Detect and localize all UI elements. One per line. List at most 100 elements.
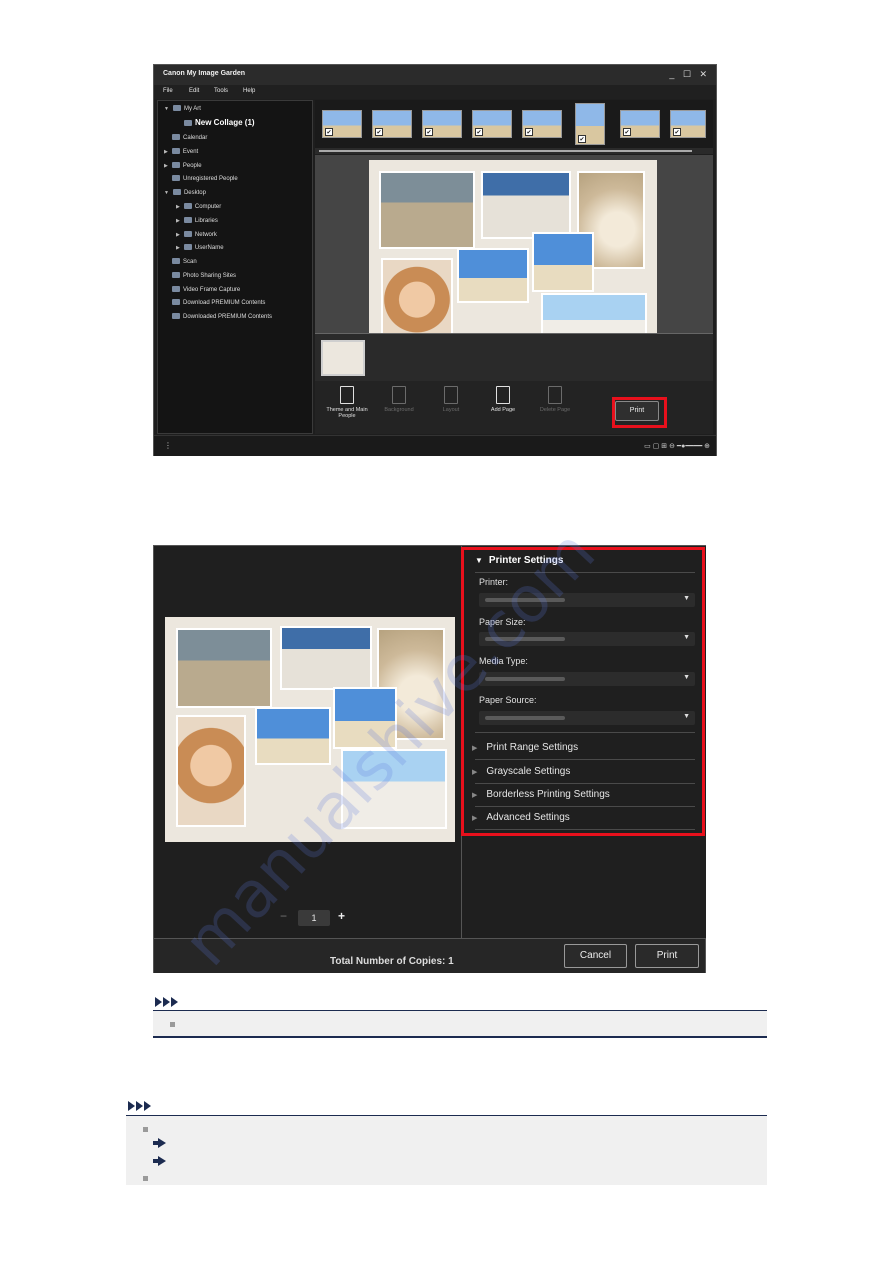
- scrollbar-thumb[interactable]: [319, 150, 692, 152]
- tree-item-unregistered-people[interactable]: Unregistered People: [172, 175, 238, 182]
- expand-arrow-icon[interactable]: ▶: [164, 149, 168, 155]
- zoom-controls[interactable]: ▭ ▢ ⊞ ⊖ ━●━━━━ ⊕: [644, 442, 710, 450]
- window-title: Canon My Image Garden: [163, 70, 246, 77]
- my-art-icon: [172, 105, 181, 111]
- tree-item-calendar[interactable]: Calendar: [172, 134, 207, 141]
- image-thumbnail[interactable]: ✔: [472, 110, 512, 138]
- image-thumbnail[interactable]: ✔: [422, 110, 462, 138]
- tree-label: Downloaded PREMIUM Contents: [183, 314, 273, 320]
- checkbox-icon[interactable]: ✔: [578, 135, 586, 143]
- collage-photo-sky[interactable]: [457, 248, 529, 303]
- status-bar: ⋮ ▭ ▢ ⊞ ⊖ ━●━━━━ ⊕: [154, 435, 716, 456]
- tool-label: Layout: [442, 407, 460, 413]
- tree-label: Scan: [183, 259, 197, 265]
- add-page-button[interactable]: Add Page: [481, 386, 525, 413]
- checkbox-icon[interactable]: ✔: [525, 128, 533, 136]
- collage-photo-sea-lion[interactable]: [379, 171, 475, 249]
- image-thumbnail[interactable]: ✔: [322, 110, 362, 138]
- person-icon: [172, 175, 180, 181]
- image-thumbnail[interactable]: ✔: [620, 110, 660, 138]
- delete-page-button[interactable]: Delete Page: [533, 386, 577, 413]
- expand-arrow-icon[interactable]: ▼: [164, 106, 169, 112]
- tree-item-my-art[interactable]: ▼ My Art: [164, 105, 201, 112]
- menu-tools[interactable]: Tools: [214, 88, 228, 94]
- theme-icon: [340, 386, 354, 404]
- preview-photo-family-walk: [280, 626, 372, 690]
- link-arrow-icon[interactable]: [153, 1156, 166, 1166]
- note-divider: [153, 1036, 767, 1038]
- people-icon: [171, 162, 180, 168]
- tree-label: UserName: [194, 245, 224, 251]
- collage-photo-jump[interactable]: [532, 232, 594, 292]
- checkbox-icon[interactable]: ✔: [623, 128, 631, 136]
- network-icon: [183, 231, 192, 237]
- checkbox-icon[interactable]: ✔: [375, 128, 383, 136]
- preview-photo-girl: [176, 715, 246, 827]
- tree-item-photo-sharing[interactable]: Photo Sharing Sites: [172, 272, 236, 279]
- cancel-button[interactable]: Cancel: [564, 944, 627, 968]
- background-icon: [392, 386, 406, 404]
- tree-label: Download PREMIUM Contents: [183, 300, 266, 306]
- tree-item-libraries[interactable]: ▶ Libraries: [176, 217, 218, 224]
- total-copies-label: Total Number of Copies:: [330, 956, 446, 967]
- tree-item-desktop[interactable]: ▼ Desktop: [164, 189, 206, 196]
- expand-arrow-icon[interactable]: ▶: [176, 218, 180, 224]
- expand-arrow-icon[interactable]: ▶: [164, 163, 168, 169]
- tree-item-video-frame-capture[interactable]: Video Frame Capture: [172, 286, 240, 293]
- libraries-icon: [183, 217, 192, 223]
- page-thumbnail[interactable]: [321, 340, 365, 376]
- calendar-icon: [172, 134, 180, 140]
- bullet-icon: [143, 1176, 148, 1181]
- theme-and-main-people-button[interactable]: Theme and Main People: [325, 386, 369, 419]
- delete-page-icon: [548, 386, 562, 404]
- expand-arrow-icon[interactable]: ▼: [164, 190, 169, 196]
- increase-button[interactable]: +: [338, 909, 345, 923]
- more-icon[interactable]: ⋮: [164, 441, 172, 450]
- collage-photo-family-walk[interactable]: [481, 171, 571, 239]
- event-icon: [171, 148, 180, 154]
- tree-item-computer[interactable]: ▶ Computer: [176, 203, 221, 210]
- image-thumbnail[interactable]: ✔: [372, 110, 412, 138]
- tree-label: Event: [182, 149, 199, 155]
- expand-arrow-icon[interactable]: ▶: [176, 232, 180, 238]
- window-controls[interactable]: _ ☐ ✕: [669, 69, 710, 80]
- tree-item-download-premium[interactable]: Download PREMIUM Contents: [172, 299, 265, 306]
- tree-label: Network: [194, 232, 217, 238]
- download-icon: [172, 299, 180, 305]
- background-button[interactable]: Background: [377, 386, 421, 413]
- image-thumbnail[interactable]: ✔: [522, 110, 562, 138]
- image-thumbnail[interactable]: ✔: [670, 110, 706, 138]
- menu-file[interactable]: File: [163, 88, 173, 94]
- expand-arrow-icon[interactable]: ▶: [176, 245, 180, 251]
- menu-bar: File Edit Tools Help: [154, 85, 716, 99]
- link-arrow-icon[interactable]: [153, 1138, 166, 1148]
- print-button[interactable]: Print: [635, 944, 699, 968]
- tree-label: Calendar: [183, 135, 208, 141]
- page-number[interactable]: 1: [298, 910, 330, 926]
- folder-icon: [172, 313, 180, 319]
- tree-item-downloaded-premium[interactable]: Downloaded PREMIUM Contents: [172, 313, 272, 320]
- expand-arrow-icon[interactable]: ▶: [176, 204, 180, 210]
- checkbox-icon[interactable]: ✔: [425, 128, 433, 136]
- thumbnail-scrollbar[interactable]: [315, 148, 713, 154]
- tree-item-username[interactable]: ▶ UserName: [176, 244, 224, 251]
- computer-icon: [183, 203, 192, 209]
- menu-help[interactable]: Help: [243, 88, 255, 94]
- add-page-icon: [496, 386, 510, 404]
- tree-item-scan[interactable]: Scan: [172, 258, 197, 265]
- checkbox-icon[interactable]: ✔: [325, 128, 333, 136]
- tree-item-network[interactable]: ▶ Network: [176, 231, 217, 238]
- tree-item-event[interactable]: ▶ Event: [164, 148, 198, 155]
- image-thumbnail[interactable]: ✔: [575, 103, 605, 145]
- title-bar: Canon My Image Garden _ ☐ ✕: [154, 65, 716, 85]
- layout-icon: [444, 386, 458, 404]
- tree-item-new-collage[interactable]: New Collage (1): [184, 118, 255, 127]
- tree-item-people[interactable]: ▶ People: [164, 162, 202, 169]
- menu-edit[interactable]: Edit: [189, 88, 199, 94]
- tree-label: New Collage (1): [195, 118, 255, 127]
- video-icon: [172, 286, 180, 292]
- checkbox-icon[interactable]: ✔: [673, 128, 681, 136]
- layout-button[interactable]: Layout: [429, 386, 473, 413]
- note-icon: [128, 1098, 152, 1111]
- checkbox-icon[interactable]: ✔: [475, 128, 483, 136]
